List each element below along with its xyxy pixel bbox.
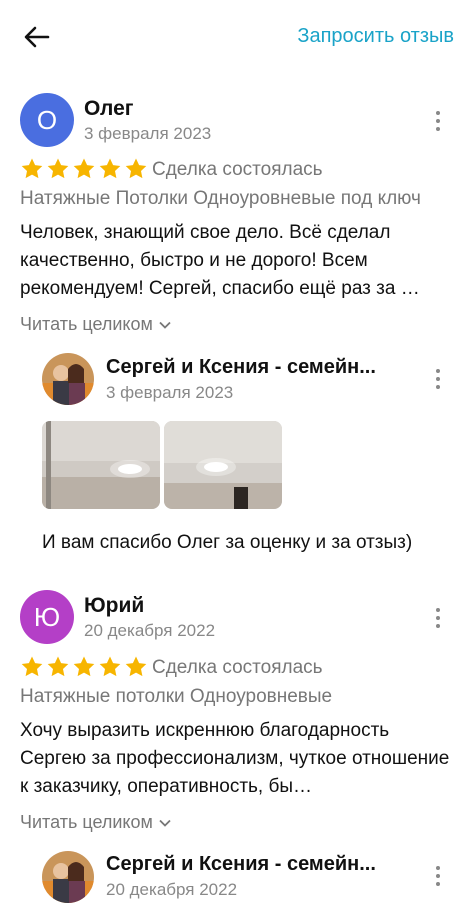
reply-text: И вам спасибо Олег за оценку и за отзыз) <box>42 532 413 553</box>
service-name: Натяжные Потолки Одноуровневые под ключ <box>20 188 421 209</box>
read-more-label: Читать целиком <box>20 314 153 334</box>
read-more-link[interactable]: Читать целиком <box>20 314 171 335</box>
star-icon <box>125 656 147 677</box>
review-text: Человек, знающий свое дело. Всё сделал к… <box>20 222 420 299</box>
service-name: Натяжные потолки Одноуровневые <box>20 686 333 707</box>
star-icon <box>73 158 95 179</box>
deal-status: Сделка состоялась <box>152 657 323 678</box>
star-icon <box>125 158 147 179</box>
reply-avatar[interactable] <box>42 353 94 405</box>
more-options-icon[interactable] <box>434 369 442 393</box>
avatar[interactable]: Ю <box>20 590 74 644</box>
reply-photo[interactable] <box>164 421 282 509</box>
star-icon <box>47 656 69 677</box>
star-icon <box>21 158 43 179</box>
star-icon <box>47 158 69 179</box>
chevron-down-icon <box>159 321 171 329</box>
reply-date: 3 февраля 2023 <box>106 383 234 402</box>
read-more-label: Читать целиком <box>20 812 153 832</box>
deal-status: Сделка состоялась <box>152 159 323 180</box>
chevron-down-icon <box>159 819 171 827</box>
rating-stars <box>20 157 148 181</box>
reply-author[interactable]: Сергей и Ксения - семейн... <box>106 853 406 876</box>
review-author[interactable]: Олег <box>84 97 134 121</box>
review-text: Хочу выразить искреннюю благодарность Се… <box>20 720 450 797</box>
review-date: 20 декабря 2022 <box>84 621 216 640</box>
star-icon <box>99 158 121 179</box>
star-icon <box>21 656 43 677</box>
read-more-link[interactable]: Читать целиком <box>20 812 171 833</box>
star-icon <box>73 656 95 677</box>
rating-stars <box>20 655 148 679</box>
more-options-icon[interactable] <box>434 866 442 890</box>
avatar[interactable]: О <box>20 93 74 147</box>
more-options-icon[interactable] <box>434 111 442 135</box>
reply-date: 20 декабря 2022 <box>106 880 238 899</box>
top-bar: Запросить отзыв <box>0 0 474 72</box>
star-icon <box>99 656 121 677</box>
back-arrow-icon[interactable] <box>22 22 52 52</box>
review-date: 3 февраля 2023 <box>84 124 212 143</box>
request-review-button[interactable]: Запросить отзыв <box>297 25 454 48</box>
more-options-icon[interactable] <box>434 608 442 632</box>
review-author[interactable]: Юрий <box>84 594 144 618</box>
reply-avatar[interactable] <box>42 851 94 903</box>
reply-author[interactable]: Сергей и Ксения - семейн... <box>106 356 406 379</box>
reply-photo[interactable] <box>42 421 160 509</box>
